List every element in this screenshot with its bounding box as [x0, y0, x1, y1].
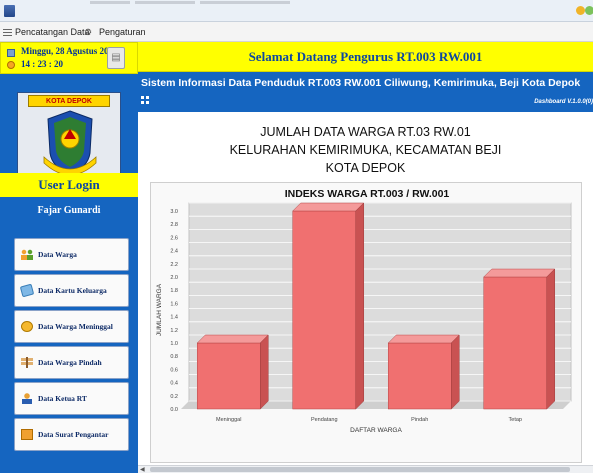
current-time: 14 : 23 : 20 [21, 59, 63, 69]
y-tick-label: 2.2 [170, 262, 178, 268]
list-icon [3, 27, 12, 37]
report-title-line2: KELURAHAN KEMIRIMUKA, KECAMATAN BEJI [229, 143, 502, 157]
y-tick-label: 1.0 [170, 341, 178, 347]
x-axis-label: DAFTAR WARGA [350, 427, 402, 434]
x-tick-label: Pindah [411, 417, 428, 423]
report-title-line3: KOTA DEPOK [325, 161, 406, 175]
sidebar: Minggu, 28 Agustus 2022 14 : 23 : 20 ▤ K… [0, 42, 138, 473]
bar-top [387, 334, 460, 344]
calendar-icon [7, 49, 15, 57]
y-tick-label: 2.6 [170, 235, 178, 241]
y-tick-label: 2.0 [170, 275, 178, 281]
bar-top [292, 202, 365, 212]
bar-side [546, 268, 556, 410]
system-title: Sistem Informasi Data Penduduk RT.003 RW… [141, 77, 581, 89]
nav-data-surat-pengantar[interactable]: Data Surat Pengantar [14, 418, 129, 451]
gears-icon: ⚙ [84, 26, 93, 37]
y-tick-label: 1.2 [170, 328, 178, 334]
chart-title: INDEKS WARGA RT.003 / RW.001 [285, 188, 450, 200]
bar-side [355, 202, 365, 410]
signpost-icon [21, 357, 33, 368]
system-header: Sistem Informasi Data Penduduk RT.003 RW… [138, 72, 593, 112]
nav-label: Data Warga Meninggal [38, 322, 113, 331]
scroll-left-icon[interactable]: ◀ [140, 466, 145, 473]
card-icon [19, 283, 35, 298]
y-tick-label: 1.8 [170, 288, 178, 294]
user-name: Fajar Gunardi [37, 205, 101, 216]
nav-data-kartu-keluarga[interactable]: Data Kartu Keluarga [14, 274, 129, 307]
person-icon [21, 393, 33, 404]
bar-top [483, 268, 556, 278]
bar [196, 342, 261, 410]
y-axis-label: JUMLAH WARGA [156, 283, 163, 336]
bar [387, 342, 452, 410]
nav-label: Data Kartu Keluarga [38, 286, 107, 295]
maximize-button[interactable] [585, 6, 593, 15]
y-tick-label: 1.6 [170, 301, 178, 307]
y-tick-label: 0.0 [170, 407, 178, 413]
welcome-text: Selamat Datang Pengurus RT.003 RW.001 [248, 49, 483, 64]
menu-label: Pencatangan Data [15, 27, 90, 37]
y-tick-label: 1.4 [170, 315, 178, 321]
current-date: Minggu, 28 Agustus 2022 [21, 46, 118, 56]
sidebar-toggle-button[interactable]: ▤ [107, 47, 125, 69]
menu-label: Pengaturan [99, 27, 146, 37]
main-content: JUMLAH DATA WARGA RT.03 RW.01 KELURAHAN … [138, 112, 593, 465]
bar-chart: INDEKS WARGA RT.003 / RW.001 0.0 0.2 0.4 0.6… [156, 188, 572, 434]
y-tick-label: 0.6 [170, 367, 178, 373]
y-tick-label: 0.8 [170, 354, 178, 360]
nav-label: Data Ketua RT [38, 394, 87, 403]
menu-bar: Pencatangan Data ⚙ Pengaturan [0, 22, 593, 42]
minimize-button[interactable] [576, 6, 585, 15]
datetime-box: Minggu, 28 Agustus 2022 14 : 23 : 20 ▤ [0, 42, 138, 74]
nav-label: Data Warga [38, 250, 77, 259]
nav-label: Data Warga Pindah [38, 358, 102, 367]
welcome-banner: Selamat Datang Pengurus RT.003 RW.001 [138, 42, 593, 72]
nav-data-warga[interactable]: Data Warga [14, 238, 129, 271]
report-title-line1: JUMLAH DATA WARGA RT.03 RW.01 [260, 125, 471, 139]
window-titlebar [0, 0, 593, 22]
x-tick-label: Pendatang [311, 417, 338, 423]
dashboard-version: Dashboard V.1.0.0(0) [534, 99, 593, 105]
app-icon [4, 5, 15, 17]
y-tick-label: 2.8 [170, 222, 178, 228]
grid-icon[interactable] [141, 96, 149, 104]
menu-pengaturan[interactable]: ⚙ Pengaturan [84, 27, 146, 37]
bar-side [451, 334, 460, 410]
info-icon [21, 321, 33, 332]
nav-data-warga-pindah[interactable]: Data Warga Pindah [14, 346, 129, 379]
nav-data-warga-meninggal[interactable]: Data Warga Meninggal [14, 310, 129, 343]
chart-panel: INDEKS WARGA RT.003 / RW.001 0.0 0.2 0.4 0.6… [150, 182, 582, 463]
x-tick-label: Tetap [509, 417, 522, 423]
login-label-text: User Login [38, 177, 100, 192]
clock-icon [7, 61, 15, 69]
nav-data-ketua-rt[interactable]: Data Ketua RT [14, 382, 129, 415]
y-tick-label: 0.4 [170, 381, 178, 387]
bar-side [260, 334, 269, 410]
mail-icon [21, 429, 33, 440]
nav-label: Data Surat Pengantar [38, 430, 109, 439]
menu-pencatangan-data[interactable]: Pencatangan Data [3, 27, 90, 37]
y-tick-label: 3.0 [170, 209, 178, 215]
x-tick-label: Meninggal [216, 417, 241, 423]
horizontal-scrollbar[interactable]: ◀ [138, 465, 593, 473]
user-login-label: User Login [0, 173, 138, 197]
bar [483, 276, 548, 410]
y-tick-label: 2.4 [170, 249, 178, 255]
scrollbar-thumb[interactable] [150, 467, 570, 472]
bar-top [196, 334, 269, 344]
bar [292, 210, 357, 410]
y-tick-label: 0.2 [170, 394, 178, 400]
people-icon [21, 249, 33, 260]
